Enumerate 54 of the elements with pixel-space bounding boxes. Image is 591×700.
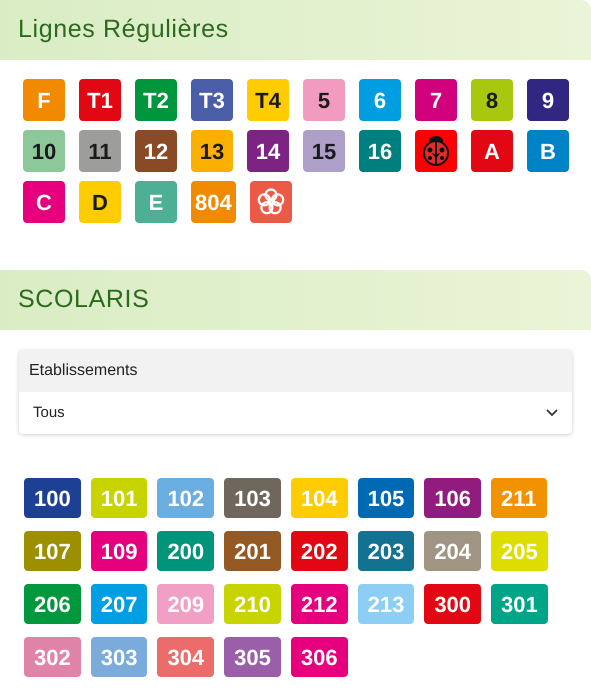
line-badge[interactable]: 206 bbox=[24, 584, 81, 624]
line-badge[interactable]: T2 bbox=[135, 79, 177, 121]
line-badge[interactable]: F bbox=[23, 79, 65, 121]
section-title: Lignes Régulières bbox=[18, 14, 229, 46]
line-badge[interactable]: 6 bbox=[359, 79, 401, 121]
line-badge[interactable]: 16 bbox=[359, 130, 401, 172]
line-badge[interactable]: B bbox=[527, 130, 569, 172]
line-badge[interactable]: 109 bbox=[90, 531, 148, 571]
line-badge[interactable]: 300 bbox=[424, 584, 482, 624]
line-badge[interactable]: 201 bbox=[224, 531, 281, 571]
line-badge[interactable]: 12 bbox=[135, 130, 177, 172]
line-badge[interactable]: 301 bbox=[491, 584, 548, 624]
line-badge[interactable]: D bbox=[79, 181, 121, 223]
line-badge[interactable]: T4 bbox=[247, 79, 289, 121]
establishment-dropdown[interactable]: Tous bbox=[19, 392, 572, 434]
line-badge[interactable]: 306 bbox=[290, 637, 348, 677]
line-badge[interactable]: 305 bbox=[224, 637, 281, 677]
line-badge[interactable]: 207 bbox=[90, 584, 148, 624]
line-badge[interactable]: 302 bbox=[24, 637, 81, 677]
line-badge[interactable]: 212 bbox=[290, 584, 348, 624]
line-badge[interactable]: C bbox=[23, 181, 65, 223]
line-badge[interactable]: 9 bbox=[527, 79, 569, 121]
line-badge[interactable]: T1 bbox=[79, 79, 121, 121]
line-badge[interactable]: 204 bbox=[424, 531, 482, 571]
line-badge[interactable]: 211 bbox=[491, 478, 547, 518]
line-badge[interactable]: 5 bbox=[303, 79, 345, 121]
line-badge[interactable]: 100 bbox=[24, 478, 81, 518]
line-badge[interactable]: A bbox=[471, 130, 513, 172]
line-badge[interactable]: T3 bbox=[191, 79, 233, 121]
line-badge[interactable] bbox=[250, 181, 292, 223]
line-badge[interactable]: 304 bbox=[157, 637, 214, 677]
line-badge[interactable]: 103 bbox=[224, 478, 281, 518]
section-title: SCOLARIS bbox=[18, 284, 150, 316]
filter-label: Etablissements bbox=[29, 361, 138, 381]
line-badge[interactable]: 13 bbox=[191, 130, 233, 172]
line-badge[interactable]: 8 bbox=[471, 79, 513, 121]
line-badge[interactable]: 105 bbox=[358, 478, 414, 518]
line-badge[interactable]: 10 bbox=[23, 130, 65, 172]
line-badge[interactable]: 202 bbox=[290, 531, 348, 571]
line-badge[interactable]: 804 bbox=[191, 181, 236, 223]
line-badge[interactable]: 15 bbox=[303, 130, 345, 172]
line-badge[interactable]: 102 bbox=[157, 478, 214, 518]
line-badge[interactable]: 106 bbox=[424, 478, 482, 518]
line-badge[interactable]: 11 bbox=[79, 130, 121, 172]
line-badge[interactable]: 200 bbox=[157, 531, 214, 571]
chevron-down-icon bbox=[546, 409, 558, 417]
line-badge[interactable]: E bbox=[135, 181, 177, 223]
line-badge[interactable]: 203 bbox=[358, 531, 414, 571]
line-badge[interactable] bbox=[415, 130, 457, 172]
line-badge[interactable]: 14 bbox=[247, 130, 289, 172]
line-badge[interactable]: 303 bbox=[90, 637, 148, 677]
flower-icon bbox=[256, 187, 286, 217]
line-badge[interactable]: 7 bbox=[415, 79, 457, 121]
line-badge[interactable]: 107 bbox=[24, 531, 81, 571]
